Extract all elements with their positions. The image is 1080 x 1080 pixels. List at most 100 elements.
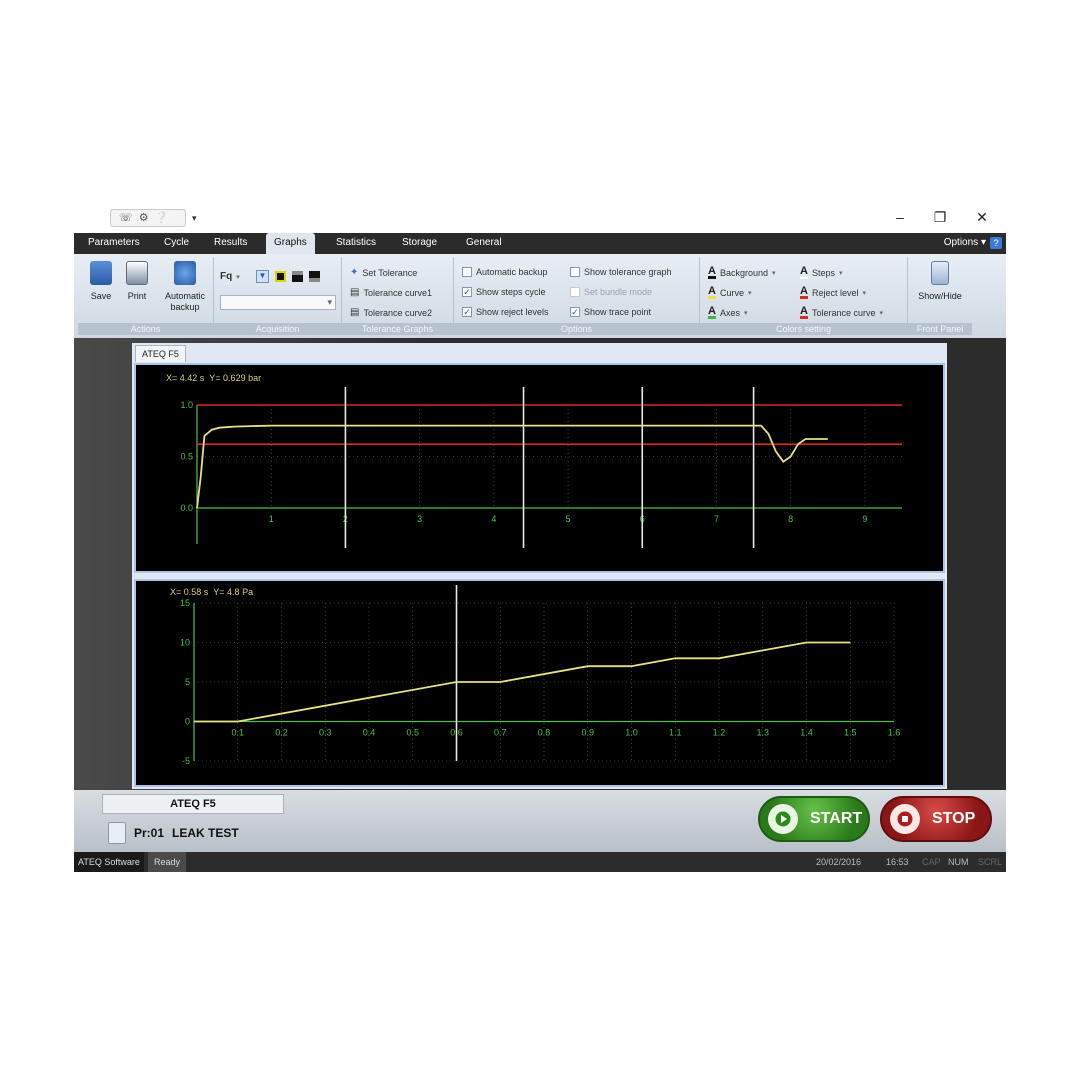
tab-results[interactable]: Results <box>214 237 247 248</box>
background-color-button[interactable]: A Background ▾ <box>708 265 776 279</box>
x-tick-label: 0.5 <box>406 728 419 738</box>
stop-button[interactable]: STOP <box>880 796 992 842</box>
tolerance-curve2-button[interactable]: ▤ Tolerance curve2 <box>350 307 432 318</box>
graph-layout-icon[interactable] <box>275 271 286 282</box>
axes-color-button[interactable]: A Axes ▾ <box>708 305 747 319</box>
set-tolerance-button[interactable]: ✦ Set Tolerance <box>350 267 417 278</box>
x-tick-label: 0.3 <box>319 728 332 738</box>
content-area: ATEQ F5 1234567890.00.51.0 X= 4.42 s Y= … <box>74 338 1006 790</box>
x-tick-label: 9 <box>862 514 867 524</box>
document-icon <box>108 822 126 844</box>
steps-color-button[interactable]: A Steps ▾ <box>800 266 842 279</box>
leak-chart-panel[interactable]: 0.10.20.30.40.50.60.70.80.91.01.11.21.31… <box>134 579 945 787</box>
checkbox-checked[interactable]: ✓ <box>570 307 580 317</box>
x-tick-label: 0.1 <box>231 728 244 738</box>
frequency-dropdown[interactable]: Fq ▾ <box>220 271 240 282</box>
save-button[interactable]: Save <box>84 261 118 302</box>
show-trace-point-checkbox[interactable]: ✓ Show trace point <box>570 307 651 317</box>
curve-color-button[interactable]: A Curve ▾ <box>708 285 751 299</box>
status-text: Ready <box>148 852 187 872</box>
show-steps-cycle-checkbox[interactable]: ✓ Show steps cycle <box>462 287 546 297</box>
y-tick-label: 0.0 <box>180 503 193 513</box>
x-tick-label: 1.5 <box>844 728 857 738</box>
y-tick-label: -5 <box>182 756 190 766</box>
checkbox-checked[interactable]: ✓ <box>462 307 472 317</box>
single-graph-icon[interactable] <box>292 271 303 282</box>
automatic-backup-button[interactable]: Automatic backup <box>158 261 212 313</box>
front-panel: ATEQ F5 Pr:01 LEAK TEST START STOP <box>74 790 1006 852</box>
set-bundle-mode-checkbox[interactable]: Set bundle mode <box>570 287 652 297</box>
x-tick-label: 3 <box>417 514 422 524</box>
x-tick-label: 4 <box>491 514 496 524</box>
app-window: ☏ ⚙ ❔ ▾ – ❐ ✕ Parameters Cycle Results G… <box>74 205 1006 872</box>
tab-storage[interactable]: Storage <box>402 237 437 248</box>
x-tick-label: 0.8 <box>538 728 551 738</box>
program-info: Pr:01 LEAK TEST <box>108 822 239 844</box>
help-icon[interactable]: ? <box>990 237 1002 249</box>
tab-graphs[interactable]: Graphs <box>266 233 315 254</box>
tab-parameters[interactable]: Parameters <box>88 237 140 248</box>
close-button[interactable]: ✕ <box>972 209 992 226</box>
tab-general[interactable]: General <box>466 237 502 248</box>
checkbox[interactable] <box>570 287 580 297</box>
title-bar: ☏ ⚙ ❔ ▾ – ❐ ✕ <box>74 205 1006 233</box>
backup-gear-icon <box>174 261 196 285</box>
tab-cycle[interactable]: Cycle <box>164 237 189 248</box>
customize-toolbar-icon[interactable]: ▾ <box>192 213 197 224</box>
filter-icon[interactable]: ▼ <box>256 270 269 283</box>
x-tick-label: 8 <box>788 514 793 524</box>
quick-access-toolbar: ☏ ⚙ ❔ <box>110 209 186 227</box>
minimize-button[interactable]: – <box>890 209 910 225</box>
settings-icon[interactable]: ⚙ <box>139 212 149 224</box>
app-name: ATEQ Software <box>74 852 144 872</box>
x-readout: X= 4.42 s Y= 0.629 bar <box>166 373 262 383</box>
checkbox[interactable] <box>462 267 472 277</box>
pressure-chart-panel[interactable]: 1234567890.00.51.0 X= 4.42 s Y= 0.629 ba… <box>134 363 945 573</box>
options-group-label: Options <box>454 323 699 335</box>
reject-level-color-button[interactable]: A Reject level ▾ <box>800 286 866 299</box>
x-tick-label: 0.9 <box>581 728 594 738</box>
maximize-button[interactable]: ❐ <box>930 209 950 226</box>
tab-statistics[interactable]: Statistics <box>336 237 376 248</box>
show-tolerance-graph-checkbox[interactable]: Show tolerance graph <box>570 267 672 277</box>
tolerance-graphs-group: ✦ Set Tolerance ▤ Tolerance curve1 ▤ Tol… <box>342 257 454 335</box>
colors-setting-group: A Background ▾ A Curve ▾ A Axes ▾ A Steps ▾ … <box>700 257 908 335</box>
scroll-indicator: SCRL <box>978 857 1003 867</box>
checkbox[interactable] <box>570 267 580 277</box>
print-button[interactable]: Print <box>120 261 154 302</box>
y-tick-label: 1.0 <box>180 400 193 410</box>
tolerance-curve-color-button[interactable]: A Tolerance curve ▾ <box>800 306 883 319</box>
pressure-chart[interactable]: 1234567890.00.51.0 <box>136 365 943 571</box>
curve-color-icon: A <box>708 285 716 299</box>
colors-group-label: Colors setting <box>700 323 907 335</box>
x-tick-label: 1.4 <box>800 728 813 738</box>
tolerance-group-label: Tolerance Graphs <box>342 323 453 335</box>
axes-color-icon: A <box>708 305 716 319</box>
y-tick-label: 0 <box>185 717 190 727</box>
acquisition-combo[interactable] <box>220 295 336 310</box>
phone-icon[interactable]: ☏ <box>119 212 133 224</box>
dual-graph-icon[interactable] <box>309 271 320 282</box>
automatic-backup-checkbox[interactable]: Automatic backup <box>462 267 548 277</box>
x-tick-label: 1.3 <box>756 728 769 738</box>
device-tab[interactable]: ATEQ F5 <box>102 794 284 814</box>
status-bar: ATEQ Software Ready 20/02/2016 16:53 CAP… <box>74 852 1006 872</box>
show-hide-button[interactable]: Show/Hide <box>910 261 970 302</box>
help-icon[interactable]: ❔ <box>155 212 169 224</box>
start-button[interactable]: START <box>758 796 870 842</box>
x-tick-label: 1 <box>269 514 274 524</box>
document-tab[interactable]: ATEQ F5 <box>135 345 186 362</box>
checkbox-checked[interactable]: ✓ <box>462 287 472 297</box>
background-color-icon: A <box>708 265 716 279</box>
save-icon <box>90 261 112 285</box>
options-menu[interactable]: Options ▾ <box>944 237 986 248</box>
curve-icon: ▤ <box>350 307 360 318</box>
leak-chart[interactable]: 0.10.20.30.40.50.60.70.80.91.01.11.21.31… <box>136 581 943 785</box>
status-time: 16:53 <box>886 857 909 867</box>
status-date: 20/02/2016 <box>816 857 862 867</box>
x-tick-label: 7 <box>714 514 719 524</box>
show-reject-levels-checkbox[interactable]: ✓ Show reject levels <box>462 307 549 317</box>
x-tick-label: 5 <box>566 514 571 524</box>
tolerance-curve1-button[interactable]: ▤ Tolerance curve1 <box>350 287 432 298</box>
program-name: LEAK TEST <box>172 826 239 840</box>
